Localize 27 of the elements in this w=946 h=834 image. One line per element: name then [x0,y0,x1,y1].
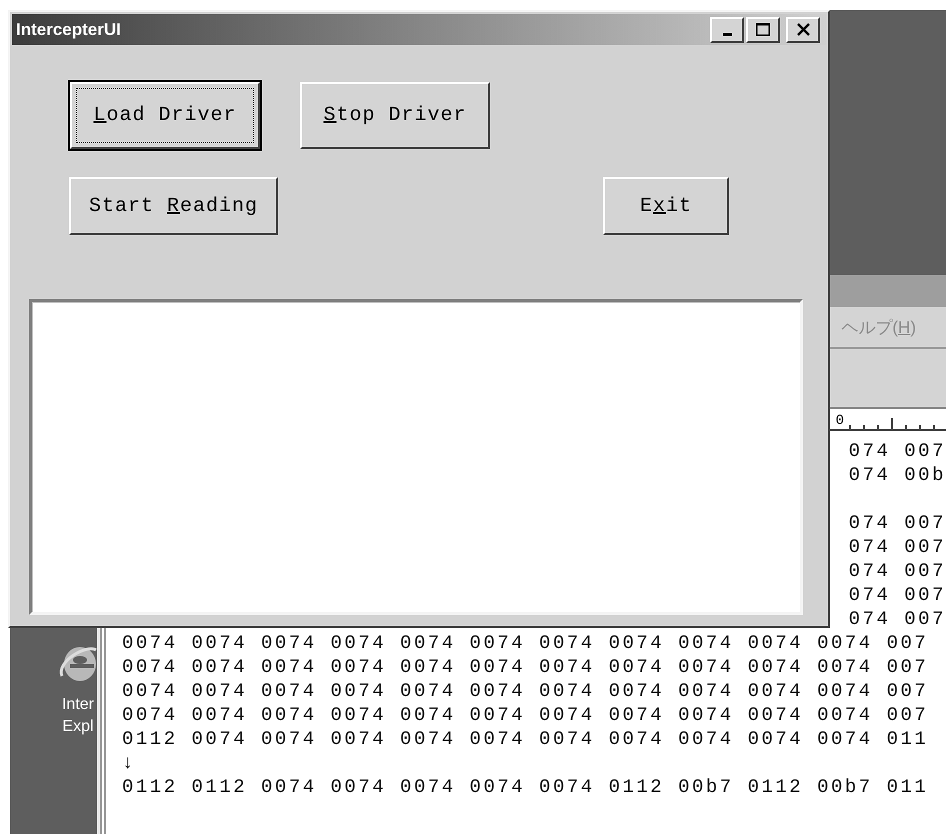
minimize-icon [722,33,732,36]
ruler-label: 0 [836,413,844,429]
push-button[interactable]: Stop Driver [300,82,490,149]
text-line: 0074 0074 0074 0074 0074 0074 0074 0074 0074 0074 0074 007 [122,632,928,654]
text-line: 074 007 [848,584,946,606]
text-line: 074 007 [848,440,946,462]
text-line: 0112 0074 0074 0074 0074 0074 0074 0074 0074 0074 0074 011 [122,728,928,750]
text-line: 0112 0112 0074 0074 0074 0074 0074 0112 00b7 0112 00b7 011 [122,776,928,798]
text-line: 074 007 [848,536,946,558]
text-line: 074 007 [848,560,946,582]
icon-label: Inter Expl [62,695,94,737]
close-icon [796,23,810,36]
text-line: 0074 0074 0074 0074 0074 0074 0074 0074 0074 0074 0074 007 [122,680,928,702]
maximize-icon [756,23,770,36]
text-line: ↓ [122,752,136,774]
push-button[interactable]: Load Driver [70,82,260,149]
text-line: 074 00b [848,464,946,486]
push-button[interactable]: Start Reading [69,177,278,235]
text-line: 0074 0074 0074 0074 0074 0074 0074 0074 0074 0074 0074 007 [122,656,928,678]
close-button[interactable] [786,16,820,42]
maximize-button[interactable] [746,16,780,42]
text-line: 0074 0074 0074 0074 0074 0074 0074 0074 0074 0074 0074 007 [122,704,928,726]
text-line: 074 007 [848,608,946,630]
push-button[interactable]: Exit [603,177,729,235]
minimize-button[interactable] [710,16,744,42]
text-line: 074 007 [848,512,946,534]
window-title: IntercepterUI [16,20,122,40]
